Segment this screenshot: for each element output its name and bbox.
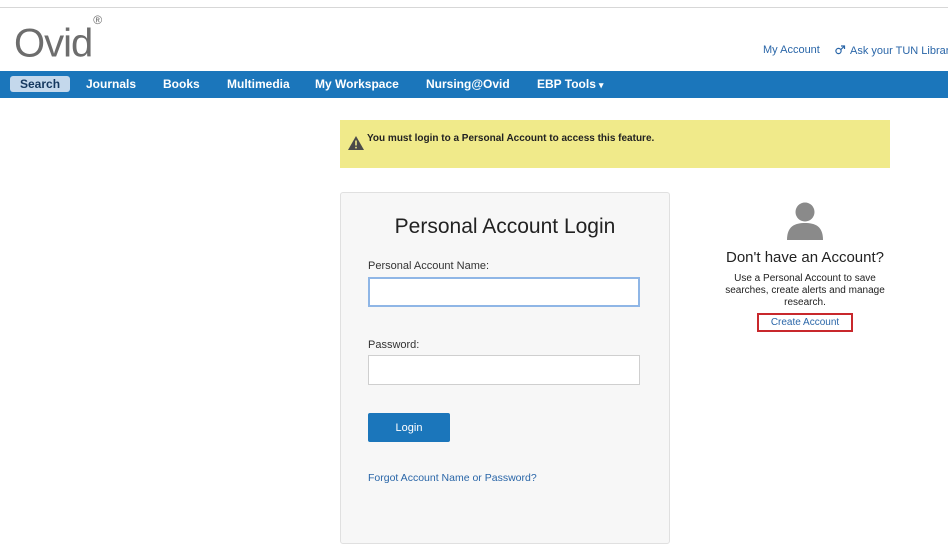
forgot-credentials-link[interactable]: Forgot Account Name or Password? (368, 472, 537, 484)
alert-message: You must login to a Personal Account to … (367, 133, 655, 144)
no-account-heading: Don't have an Account? (726, 249, 884, 266)
nav-ebp-tools-label: EBP Tools (537, 77, 596, 91)
login-required-alert: You must login to a Personal Account to … (340, 120, 890, 168)
nav-journals[interactable]: Journals (86, 71, 136, 98)
password-label: Password: (368, 339, 420, 351)
nav-books[interactable]: Books (163, 71, 200, 98)
create-account-panel: Don't have an Account? Use a Personal Ac… (720, 200, 890, 332)
logo-text: Ovid (14, 21, 93, 66)
login-panel: Personal Account Login Personal Account … (340, 192, 670, 544)
account-benefits-text: Use a Personal Account to save searches,… (725, 273, 885, 308)
ask-librarian-label: Ask your TUN Librarian (850, 45, 948, 57)
registered-mark: ® (93, 13, 102, 27)
login-title: Personal Account Login (394, 215, 616, 238)
create-account-link[interactable]: Create Account (756, 313, 854, 332)
account-name-label: Personal Account Name: (368, 260, 490, 272)
account-name-input[interactable] (368, 277, 640, 307)
chevron-down-icon: ▾ (598, 80, 604, 90)
main-nav-bar: Search Journals Books Multimedia My Work… (0, 71, 948, 98)
top-divider (0, 7, 948, 8)
password-input[interactable] (368, 355, 640, 385)
user-avatar-icon (785, 200, 825, 240)
warning-icon (347, 135, 365, 151)
nav-search[interactable]: Search (10, 76, 71, 92)
nav-my-workspace[interactable]: My Workspace (315, 71, 399, 98)
ovid-logo[interactable]: Ovid® (14, 13, 102, 66)
nav-ebp-tools[interactable]: EBP Tools ▾ (537, 71, 603, 98)
nav-nursing-ovid[interactable]: Nursing@Ovid (426, 71, 510, 98)
ask-librarian-link[interactable]: Ask your TUN Librarian (835, 44, 948, 58)
my-account-link[interactable]: My Account (763, 44, 820, 56)
chat-bubbles-icon (835, 44, 846, 58)
nav-multimedia[interactable]: Multimedia (227, 71, 290, 98)
login-button[interactable]: Login (368, 413, 450, 442)
